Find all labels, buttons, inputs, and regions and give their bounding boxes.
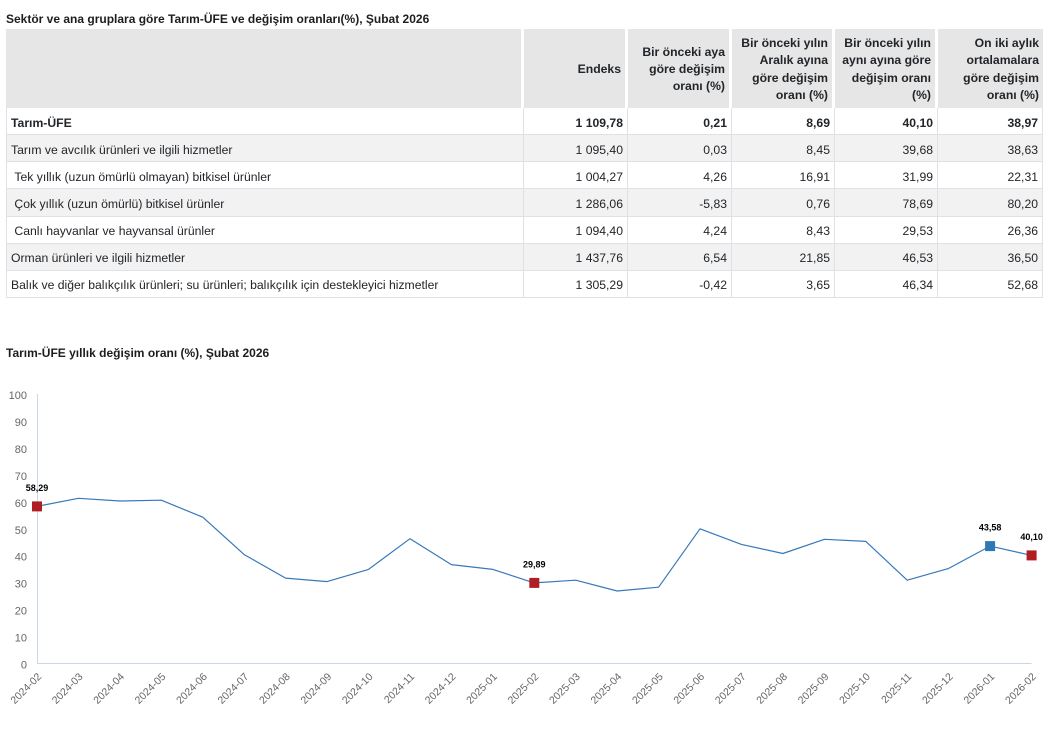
svg-text:2024-08: 2024-08 [257,671,293,707]
svg-text:2024-06: 2024-06 [174,671,210,707]
svg-text:30: 30 [15,579,27,591]
svg-text:2024-02: 2024-02 [8,671,44,707]
svg-text:60: 60 [15,498,27,510]
svg-text:2025-05: 2025-05 [630,671,666,707]
svg-text:80: 80 [15,444,27,456]
svg-text:2024-03: 2024-03 [50,671,86,707]
svg-text:2024-10: 2024-10 [340,671,376,707]
svg-text:90: 90 [15,417,27,429]
svg-text:2024-11: 2024-11 [382,671,417,706]
svg-text:20: 20 [15,606,27,618]
svg-text:2026-01: 2026-01 [961,671,997,707]
svg-text:2025-02: 2025-02 [506,671,542,707]
svg-text:2025-12: 2025-12 [920,671,956,707]
svg-text:2025-09: 2025-09 [796,671,832,707]
svg-text:0: 0 [21,660,27,672]
svg-text:2025-08: 2025-08 [754,671,790,707]
svg-text:29,89: 29,89 [523,560,546,570]
svg-text:70: 70 [15,471,27,483]
svg-text:100: 100 [9,390,27,402]
svg-text:10: 10 [15,633,27,645]
svg-text:2025-06: 2025-06 [671,671,707,707]
svg-text:2024-05: 2024-05 [133,671,169,707]
svg-text:2025-10: 2025-10 [837,671,873,707]
svg-text:2025-11: 2025-11 [879,671,914,706]
svg-text:58,29: 58,29 [26,483,49,493]
svg-text:2025-07: 2025-07 [713,671,749,707]
svg-text:40: 40 [15,552,27,564]
svg-text:2025-01: 2025-01 [464,671,500,707]
svg-text:2024-12: 2024-12 [423,671,459,707]
svg-text:2024-04: 2024-04 [91,671,127,707]
svg-text:2025-03: 2025-03 [547,671,583,707]
svg-text:2024-09: 2024-09 [298,671,334,707]
svg-text:2026-02: 2026-02 [1003,671,1039,707]
svg-text:2025-04: 2025-04 [589,671,625,707]
svg-text:50: 50 [15,525,27,537]
svg-text:2024-07: 2024-07 [216,671,252,707]
svg-text:40,10: 40,10 [1020,532,1043,542]
svg-text:43,58: 43,58 [979,523,1002,533]
